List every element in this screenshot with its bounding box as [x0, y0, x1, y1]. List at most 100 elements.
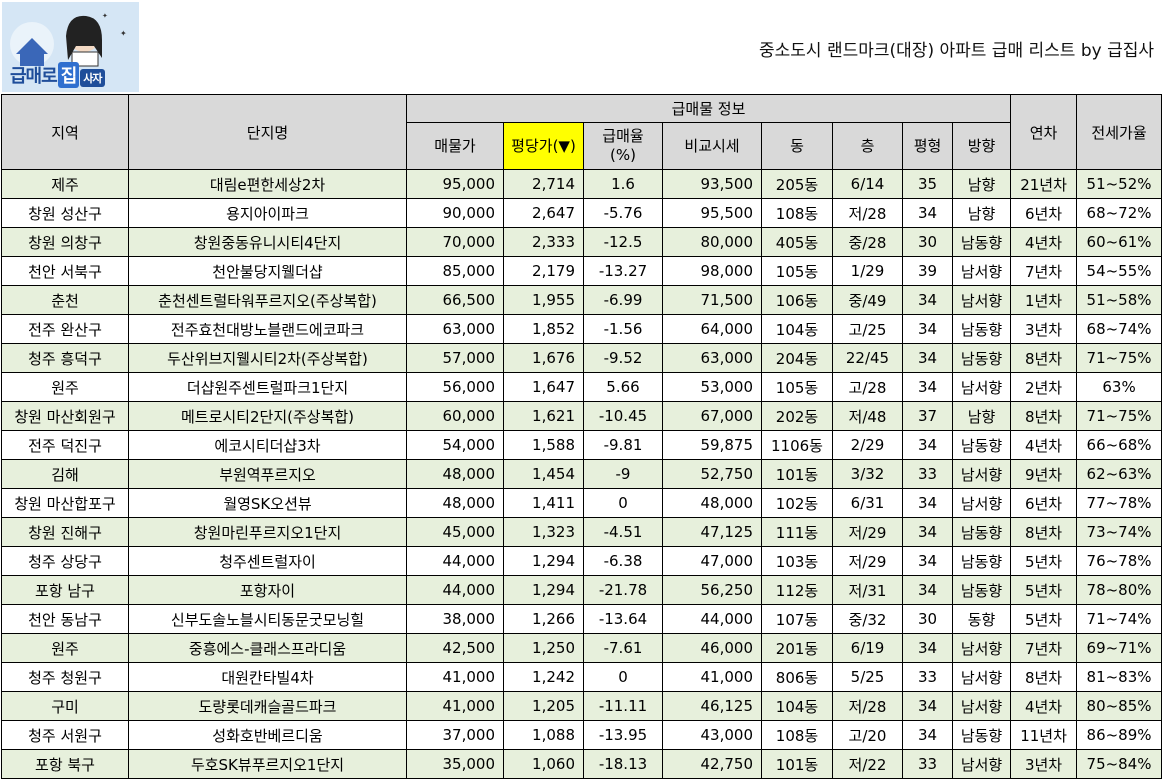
cell-direction: 남서향 [951, 749, 1012, 779]
cell-ppp: 1,266 [503, 604, 584, 634]
cell-jeonse: 51~58% [1076, 285, 1162, 315]
cell-region: 제주 [1, 169, 129, 199]
cell-market: 56,250 [662, 575, 762, 605]
cell-pyeong: 35 [902, 169, 953, 199]
cell-direction: 남동향 [951, 227, 1012, 257]
cell-direction: 남서향 [951, 633, 1012, 663]
header-floor[interactable]: 층 [832, 122, 903, 170]
cell-discount: -4.51 [583, 517, 663, 547]
header-pyeong[interactable]: 평형 [902, 122, 953, 170]
logo-text-part3: 사자 [80, 69, 105, 87]
cell-pyeong: 34 [902, 314, 953, 344]
cell-complex: 전주효천대방노블랜드에코파크 [128, 314, 407, 344]
cell-price: 48,000 [406, 459, 504, 489]
cell-region: 원주 [1, 633, 129, 663]
cell-age: 8년차 [1010, 343, 1078, 373]
cell-region: 창원 마산합포구 [1, 488, 129, 518]
cell-jeonse: 86~89% [1076, 720, 1162, 750]
cell-floor: 저/28 [832, 198, 903, 228]
cell-region: 포항 남구 [1, 575, 129, 605]
cell-market: 44,000 [662, 604, 762, 634]
logo: ✦ ✦ 급매로 집 사자 [2, 2, 139, 92]
cell-market: 71,500 [662, 285, 762, 315]
cell-dong: 204동 [761, 343, 833, 373]
cell-market: 67,000 [662, 401, 762, 431]
header-dong[interactable]: 동 [761, 122, 833, 170]
cell-pyeong: 34 [902, 691, 953, 721]
listing-table: 지역 단지명 급매물 정보 연차 전세가율 매물가 평당가(▼) 급매율 (%)… [1, 94, 1162, 779]
cell-ppp: 1,621 [503, 401, 584, 431]
cell-jeonse: 71~75% [1076, 401, 1162, 431]
cell-direction: 동향 [951, 604, 1012, 634]
cell-jeonse: 69~71% [1076, 633, 1162, 663]
table-row: 전주 덕진구 에코시티더샵3차 54,000 1,588 -9.81 59,875 1106… [1, 430, 1162, 460]
cell-floor: 저/22 [832, 749, 903, 779]
cell-age: 8년차 [1010, 517, 1078, 547]
table-row: 춘천 춘천센트럴타워푸르지오(주상복합) 66,500 1,955 -6.99 71,50… [1, 285, 1162, 315]
header-price-per-pyeong[interactable]: 평당가(▼) [503, 122, 584, 170]
cell-region: 청주 상당구 [1, 546, 129, 576]
header-complex[interactable]: 단지명 [128, 94, 407, 170]
table-row: 원주 중흥에스-클래스프라디움 42,500 1,250 -7.61 46,000 201동… [1, 633, 1162, 663]
cell-region: 창원 진해구 [1, 517, 129, 547]
cell-dong: 108동 [761, 198, 833, 228]
header-region[interactable]: 지역 [1, 94, 129, 170]
header-market-price[interactable]: 비교시세 [662, 122, 762, 170]
cell-price: 54,000 [406, 430, 504, 460]
cell-age: 11년차 [1010, 720, 1078, 750]
cell-jeonse: 77~78% [1076, 488, 1162, 518]
cell-jeonse: 62~63% [1076, 459, 1162, 489]
cell-market: 48,000 [662, 488, 762, 518]
table-row: 창원 마산회원구 메트로시티2단지(주상복합) 60,000 1,621 -10.45 6… [1, 401, 1162, 431]
cell-price: 57,000 [406, 343, 504, 373]
cell-age: 21년차 [1010, 169, 1078, 199]
cell-pyeong: 33 [902, 749, 953, 779]
cell-pyeong: 34 [902, 517, 953, 547]
cell-floor: 저/29 [832, 517, 903, 547]
cell-complex: 포항자이 [128, 575, 407, 605]
cell-market: 46,000 [662, 633, 762, 663]
table-row: 청주 청원구 대원칸타빌4차 41,000 1,242 0 41,000 806동 5/25 3… [1, 662, 1162, 692]
cell-price: 44,000 [406, 546, 504, 576]
table-row: 구미 도량롯데캐슬골드파크 41,000 1,205 -11.11 46,125 104동 저… [1, 691, 1162, 721]
cell-age: 8년차 [1010, 401, 1078, 431]
cell-complex: 도량롯데캐슬골드파크 [128, 691, 407, 721]
header-jeonse[interactable]: 전세가율 [1076, 94, 1162, 170]
table-row: 창원 진해구 창원마린푸르지오1단지 45,000 1,323 -4.51 47,125 1… [1, 517, 1162, 547]
table-row: 청주 흥덕구 두산위브지웰시티2차(주상복합) 57,000 1,676 -9.52 63… [1, 343, 1162, 373]
cell-price: 42,500 [406, 633, 504, 663]
cell-floor: 고/28 [832, 372, 903, 402]
cell-discount: -9.52 [583, 343, 663, 373]
header-age[interactable]: 연차 [1010, 94, 1078, 170]
cell-dong: 104동 [761, 314, 833, 344]
cell-age: 9년차 [1010, 459, 1078, 489]
cell-ppp: 1,411 [503, 488, 584, 518]
header-price[interactable]: 매물가 [406, 122, 504, 170]
cell-pyeong: 34 [902, 285, 953, 315]
cell-age: 7년차 [1010, 256, 1078, 286]
cell-region: 전주 덕진구 [1, 430, 129, 460]
logo-text-part1: 급매로 [10, 66, 58, 87]
cell-market: 53,000 [662, 372, 762, 402]
cell-dong: 103동 [761, 546, 833, 576]
cell-pyeong: 34 [902, 575, 953, 605]
cell-discount: -10.45 [583, 401, 663, 431]
cell-price: 41,000 [406, 662, 504, 692]
cell-jeonse: 51~52% [1076, 169, 1162, 199]
cell-direction: 남동향 [951, 546, 1012, 576]
cell-region: 창원 마산회원구 [1, 401, 129, 431]
header-discount[interactable]: 급매율 (%) [583, 122, 663, 170]
cell-region: 춘천 [1, 285, 129, 315]
cell-region: 천안 동남구 [1, 604, 129, 634]
cell-complex: 에코시티더샵3차 [128, 430, 407, 460]
cell-ppp: 1,060 [503, 749, 584, 779]
header-direction[interactable]: 방향 [951, 122, 1012, 170]
header-group-listing-info: 급매물 정보 [405, 94, 1012, 123]
cell-dong: 106동 [761, 285, 833, 315]
cell-floor: 중/32 [832, 604, 903, 634]
cell-price: 70,000 [406, 227, 504, 257]
table-row: 포항 남구 포항자이 44,000 1,294 -21.78 56,250 112동 저/31… [1, 575, 1162, 605]
cell-age: 4년차 [1010, 691, 1078, 721]
cell-complex: 청주센트럴자이 [128, 546, 407, 576]
cell-floor: 고/20 [832, 720, 903, 750]
